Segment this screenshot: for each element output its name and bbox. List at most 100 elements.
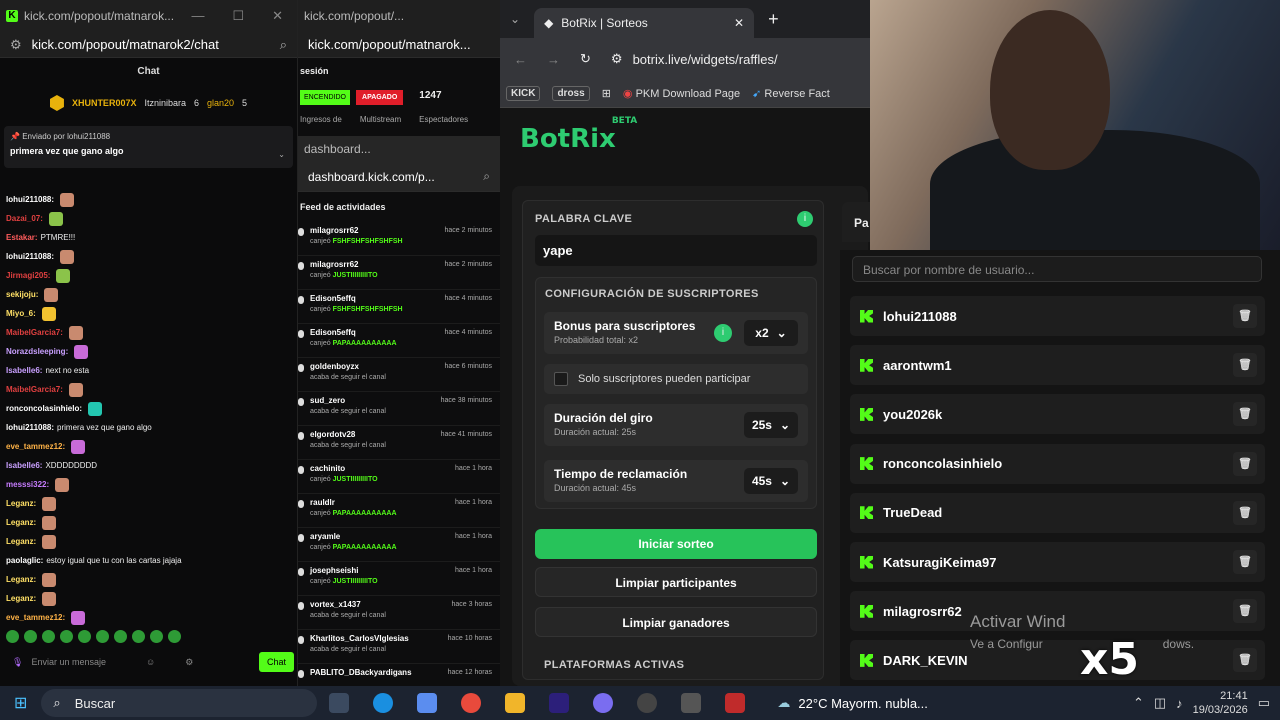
tab-botrix[interactable]: ◆ BotRix | Sorteos ✕ xyxy=(534,8,755,38)
feed-urlbar[interactable]: dashboard.kick.com/p... ⌕ xyxy=(298,162,500,192)
speaker-icon[interactable]: ♪ xyxy=(1176,696,1183,711)
chat-message: Norazdsleeping: xyxy=(6,342,292,361)
chat-username[interactable]: lohui211088: xyxy=(6,423,54,432)
chat-username[interactable]: eve_tammez12: xyxy=(6,442,65,451)
site-info-icon[interactable]: ⚙ xyxy=(611,51,623,67)
close-tab-icon[interactable]: ✕ xyxy=(734,16,744,30)
chat-username[interactable]: Leganz: xyxy=(6,594,36,603)
app3-icon[interactable] xyxy=(725,693,746,713)
feed-time: hace 38 minutos xyxy=(440,397,492,404)
trash-icon[interactable]: 🗑 xyxy=(1233,353,1257,378)
back-icon[interactable]: ← xyxy=(514,52,527,67)
zoom-icon[interactable]: ⌕ xyxy=(483,169,490,184)
chat-username[interactable]: lohui211088: xyxy=(6,252,54,261)
chat-username[interactable]: Jirmagi205: xyxy=(6,271,50,280)
trash-icon[interactable]: 🗑 xyxy=(1233,451,1257,476)
chat-username[interactable]: Norazdsleeping: xyxy=(6,347,68,356)
zoom-icon[interactable]: ⌕ xyxy=(280,37,287,53)
chat-username[interactable]: Dazai_07: xyxy=(6,214,43,223)
forward-icon[interactable]: → xyxy=(547,52,560,67)
premiere-icon[interactable] xyxy=(549,693,570,713)
chat-send-button[interactable]: Chat xyxy=(258,652,294,672)
chat-input[interactable]: Enviar un mensaje xyxy=(31,657,106,667)
chat-username[interactable]: Leganz: xyxy=(6,537,36,546)
folder-icon[interactable] xyxy=(505,693,526,713)
app-icon[interactable] xyxy=(593,693,614,713)
chat-username[interactable]: Estakar: xyxy=(6,233,38,242)
participant-search-input[interactable]: Buscar por nombre de usuario... xyxy=(852,256,1262,282)
trash-icon[interactable]: 🗑 xyxy=(1233,599,1257,624)
chat-username[interactable]: Miyo_6: xyxy=(6,309,36,318)
reload-icon[interactable]: ↻ xyxy=(580,51,591,67)
keyword-input[interactable]: yape xyxy=(535,235,817,266)
apps-grid-icon[interactable]: ⊞ xyxy=(602,87,611,100)
spin-select[interactable]: 25s ⌄ xyxy=(744,412,798,438)
trash-icon[interactable]: 🗑 xyxy=(1233,304,1257,328)
close-icon[interactable]: ✕ xyxy=(272,8,283,24)
bookmark-reverse[interactable]: ➹ Reverse Fact xyxy=(752,87,830,100)
chat-username[interactable]: Leganz: xyxy=(6,499,36,508)
clock[interactable]: 21:41 19/03/2026 xyxy=(1193,689,1248,717)
notification-icon[interactable]: ▭ xyxy=(1258,695,1270,711)
chat-text: primera vez que gano algo xyxy=(57,423,152,432)
bookmark-kick[interactable]: KICK xyxy=(506,86,541,101)
address-bar[interactable]: botrix.live/widgets/raffles/ xyxy=(633,52,778,67)
clear-participants-button[interactable]: Limpiar participantes xyxy=(535,567,817,597)
app2-icon[interactable] xyxy=(681,693,702,713)
participants-tab[interactable]: Pa xyxy=(842,202,872,242)
chat-username[interactable]: messsi322: xyxy=(6,480,49,489)
chat-text: PTMRE!!! xyxy=(40,233,76,242)
dashboard-urlbar[interactable]: kick.com/popout/matnarok... xyxy=(298,32,500,58)
chat-username[interactable]: Isabelle6: xyxy=(6,366,42,375)
claim-select[interactable]: 45s ⌄ xyxy=(744,468,798,494)
chat-username[interactable]: MaibelGarcia7: xyxy=(6,385,63,394)
chat-username[interactable]: sekijoju: xyxy=(6,290,38,299)
info-icon[interactable]: i xyxy=(797,211,813,227)
taskbar-search[interactable]: ⌕ Buscar xyxy=(41,689,318,717)
chevron-down-icon[interactable]: ⌄ xyxy=(278,150,285,159)
status-off-badge[interactable]: APAGADO xyxy=(356,90,404,105)
bookmark-pkm[interactable]: ◉ PKM Download Page xyxy=(623,87,740,100)
chevron-up-icon[interactable]: ⌃ xyxy=(1133,695,1144,711)
windows-start-icon[interactable]: ⊞ xyxy=(14,693,27,713)
bonus-select[interactable]: x2 ⌄ xyxy=(744,320,798,346)
network-icon[interactable]: ◫ xyxy=(1154,695,1166,711)
weather-text[interactable]: 22°C Mayorm. nubla... xyxy=(798,696,927,711)
settings-icon[interactable]: ⚙ xyxy=(10,37,22,53)
edge-icon[interactable] xyxy=(373,693,394,713)
feed-action-text: canjeó xyxy=(310,272,331,279)
chat-username[interactable]: paolaglic: xyxy=(6,556,43,565)
settings-icon[interactable]: ⚙ xyxy=(185,657,193,668)
chat-username[interactable]: Leganz: xyxy=(6,518,36,527)
trash-icon[interactable]: 🗑 xyxy=(1233,402,1257,427)
emoji-icon[interactable]: ☺ xyxy=(146,657,155,667)
chat-username[interactable]: eve_tammez12: xyxy=(6,613,65,622)
status-on-badge[interactable]: ENCENDIDO xyxy=(300,90,351,105)
bookmark-dross[interactable]: dross xyxy=(552,86,590,101)
maximize-icon[interactable]: ☐ xyxy=(232,8,244,24)
chat-username[interactable]: Isabelle6: xyxy=(6,461,42,470)
chat-username[interactable]: lohui211088: xyxy=(6,195,54,204)
minimize-icon[interactable]: — xyxy=(191,8,204,24)
info-icon[interactable]: i xyxy=(714,324,732,342)
chevron-down-icon[interactable]: ⌄ xyxy=(510,12,520,26)
start-raffle-button[interactable]: Iniciar sorteo xyxy=(535,529,817,559)
task-view-icon[interactable] xyxy=(329,693,350,713)
chat-urlbar[interactable]: ⚙ kick.com/popout/matnarok2/chat ⌕ xyxy=(0,32,297,58)
chat-username[interactable]: MaibelGarcia7: xyxy=(6,328,63,337)
new-tab-icon[interactable]: + xyxy=(768,9,779,30)
chat-username[interactable]: Leganz: xyxy=(6,575,36,584)
subs-only-checkbox[interactable] xyxy=(554,372,568,386)
trash-icon[interactable]: 🗑 xyxy=(1233,500,1257,525)
trash-icon[interactable]: 🗑 xyxy=(1233,648,1257,673)
trash-icon[interactable]: 🗑 xyxy=(1233,550,1257,574)
mic-icon[interactable]: 🎙 xyxy=(12,657,23,668)
subs-only-row[interactable]: Solo suscriptores pueden participar xyxy=(544,364,808,394)
chat-header: Chat xyxy=(137,66,160,77)
emote-bar[interactable] xyxy=(6,630,181,643)
clear-winners-button[interactable]: Limpiar ganadores xyxy=(535,607,817,637)
obs-icon[interactable] xyxy=(637,693,658,713)
store-icon[interactable] xyxy=(417,693,438,713)
chat-username[interactable]: ronconcolasinhielo: xyxy=(6,404,82,413)
chrome-icon[interactable] xyxy=(461,693,482,713)
